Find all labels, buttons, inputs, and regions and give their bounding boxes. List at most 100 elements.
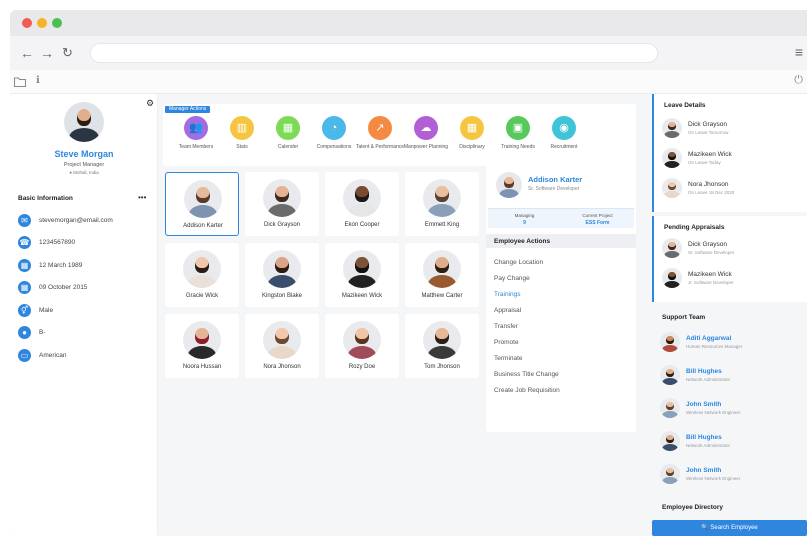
info-icon[interactable]: ℹ <box>36 75 40 86</box>
address-bar[interactable] <box>90 43 658 63</box>
person-avatar <box>662 178 682 198</box>
info-row: ✉ stevemorgan@email.com <box>18 213 113 227</box>
support-team-section: Support Team Aditi Aggarwal Human Resourc… <box>652 306 807 506</box>
person-item[interactable]: John Smith Wireless Network Engineer <box>660 398 805 420</box>
coins-icon: ◔ <box>322 116 346 140</box>
location-pin-icon: ● <box>69 170 72 175</box>
action-compensations[interactable]: ◔ Compensations <box>309 116 359 151</box>
minimize-window-button[interactable] <box>37 18 47 28</box>
action-manpower-planning[interactable]: ☁ Manpower Planning <box>401 116 451 151</box>
employee-detail-panel: Addison Karter Sr. Software Developer Ma… <box>486 164 636 432</box>
employee-card[interactable]: Kingston Blake <box>245 243 319 307</box>
search-employee-button[interactable]: 🔍 Search Employee <box>652 520 807 536</box>
person-avatar <box>660 398 680 418</box>
reload-icon[interactable]: ↻ <box>62 45 73 61</box>
employee-card[interactable]: Matthew Carter <box>405 243 479 307</box>
training-icon: ▣ <box>506 116 530 140</box>
action-label: Team Members <box>178 144 214 150</box>
employee-card[interactable]: Ekon Cooper <box>325 172 399 236</box>
employee-action-link[interactable]: Transfer <box>494 323 518 330</box>
action-label: Training Needs <box>501 144 535 150</box>
manager-actions-label: Manager Actions <box>165 106 211 113</box>
person-subtitle: Network Administrator <box>686 443 731 448</box>
selected-employee-role: Sr. Software Developer <box>528 186 580 192</box>
leave-details-section: Leave Details Dick Grayson On Leave Tomor… <box>652 94 807 212</box>
person-name: John Smith <box>686 467 722 474</box>
maximize-window-button[interactable] <box>52 18 62 28</box>
action-team-members[interactable]: 👥 Team Members <box>171 116 221 151</box>
action-talent-performance[interactable]: ↗ Talent & Performance <box>355 116 405 151</box>
employee-actions-title: Employee Actions <box>494 238 551 245</box>
person-item[interactable]: Dick Grayson Sr. Software Developer <box>662 238 807 260</box>
employee-avatar <box>423 250 461 288</box>
person-name: Mazikeen Wick <box>688 151 732 158</box>
employee-card[interactable]: Addison Karter <box>165 172 239 236</box>
person-avatar <box>660 464 680 484</box>
employee-directory-title: Employee Directory <box>662 504 724 511</box>
employee-action-link[interactable]: Change Location <box>494 259 543 266</box>
employee-actions-header: Employee Actions <box>486 234 636 248</box>
employee-card[interactable]: Emmett King <box>405 172 479 236</box>
person-avatar <box>660 332 680 352</box>
employee-card[interactable]: Rozy Doe <box>325 314 399 378</box>
gender-icon: ⚥ <box>18 303 31 317</box>
info-row: ▦ 12 March 1989 <box>18 258 82 272</box>
person-subtitle: Sr. Software Developer <box>688 250 735 255</box>
back-arrow-icon[interactable]: ← <box>20 45 34 61</box>
employee-card[interactable]: Dick Grayson <box>245 172 319 236</box>
employee-card[interactable]: Noora Hussan <box>165 314 239 378</box>
employee-name: Addison Karter <box>183 223 223 229</box>
action-calender[interactable]: ▦ Calender <box>263 116 313 151</box>
managing-value: 9 <box>523 220 526 226</box>
person-item[interactable]: Bill Hughes Network Administrator <box>660 365 805 387</box>
employee-action-link[interactable]: Terminate <box>494 355 523 362</box>
person-item[interactable]: Aditi Aggarwal Human Resources Manager <box>660 332 805 354</box>
info-text: 09 October 2015 <box>39 284 88 291</box>
info-text: B- <box>39 329 46 336</box>
hamburger-icon[interactable]: ≡ <box>795 44 803 60</box>
id-card-icon: ▭ <box>18 348 31 362</box>
forward-arrow-icon[interactable]: → <box>40 45 54 61</box>
action-label: Calender <box>277 144 299 150</box>
action-label: Recruitment <box>550 144 578 150</box>
gear-icon[interactable]: ⚙ <box>146 98 154 109</box>
employee-card[interactable]: Nora Jhonson <box>245 314 319 378</box>
person-item[interactable]: Bill Hughes Network Administrator <box>660 431 805 453</box>
person-item[interactable]: Nora Jhonson On Leave 18 Dec 2020 <box>662 178 807 200</box>
employee-action-link[interactable]: Appraisal <box>494 307 521 314</box>
person-name: Dick Grayson <box>688 121 728 128</box>
person-item[interactable]: Dick Grayson On Leave Tomorrow <box>662 118 807 140</box>
close-window-button[interactable] <box>22 18 32 28</box>
person-subtitle: Wireless Network Engineer <box>686 476 741 481</box>
folder-icon[interactable] <box>14 76 26 87</box>
person-item[interactable]: Mazikeen Wick Jr. Software Developer <box>662 268 807 290</box>
info-row: ⚥ Male <box>18 303 53 317</box>
power-icon[interactable]: ⏻ <box>794 74 803 87</box>
action-training-needs[interactable]: ▣ Training Needs <box>493 116 543 151</box>
employee-action-link[interactable]: Trainings <box>494 291 521 298</box>
action-recruitment[interactable]: ◉ Recruitment <box>539 116 589 151</box>
more-options-icon[interactable]: ••• <box>138 193 146 202</box>
employee-name: Mazikeen Wick <box>341 293 383 299</box>
person-item[interactable]: Mazikeen Wick On Leave Today <box>662 148 807 170</box>
person-item[interactable]: John Smith Wireless Network Engineer <box>660 464 805 486</box>
blood-drop-icon: ● <box>18 326 31 339</box>
selected-employee-avatar <box>496 172 522 198</box>
action-stats[interactable]: ▥ Stats <box>217 116 267 151</box>
pending-appraisals-title: Pending Appraisals <box>664 224 725 231</box>
person-name: Aditi Aggarwal <box>686 335 732 342</box>
person-name: John Smith <box>686 401 722 408</box>
person-avatar <box>660 365 680 385</box>
profile-role: Project Manager <box>63 162 105 168</box>
action-disciplinary[interactable]: ▦ Disciplinary <box>447 116 497 151</box>
support-team-title: Support Team <box>662 314 706 321</box>
person-name: Bill Hughes <box>686 368 722 375</box>
employee-card[interactable]: Gracie Wick <box>165 243 239 307</box>
employee-card[interactable]: Mazikeen Wick <box>325 243 399 307</box>
employee-action-link[interactable]: Promote <box>494 339 519 346</box>
employee-action-link[interactable]: Business Title Change <box>494 371 559 378</box>
person-subtitle: On Leave 18 Dec 2020 <box>688 190 735 195</box>
employee-action-link[interactable]: Create Job Requisition <box>494 387 560 394</box>
employee-card[interactable]: Tom Jhonson <box>405 314 479 378</box>
employee-action-link[interactable]: Pay Change <box>494 275 530 282</box>
